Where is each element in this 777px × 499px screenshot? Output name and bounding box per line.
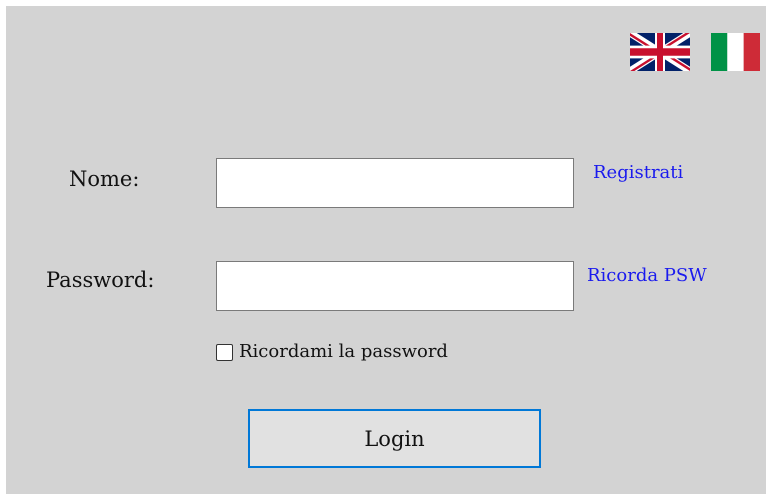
name-label: Nome: bbox=[69, 167, 140, 191]
recover-password-link[interactable]: Ricorda PSW bbox=[587, 267, 707, 285]
italy-flag-icon[interactable] bbox=[711, 33, 760, 71]
name-input[interactable] bbox=[216, 158, 574, 208]
login-panel: Nome: Registrati Password: Ricorda PSW R… bbox=[6, 6, 766, 494]
remember-password-row: Ricordami la password bbox=[216, 341, 448, 363]
login-button[interactable]: Login bbox=[248, 409, 541, 468]
remember-password-checkbox[interactable] bbox=[216, 343, 233, 361]
uk-flag-icon[interactable] bbox=[630, 33, 690, 71]
password-input[interactable] bbox=[216, 261, 574, 311]
register-link[interactable]: Registrati bbox=[593, 164, 683, 182]
password-label: Password: bbox=[46, 268, 155, 292]
remember-password-label[interactable]: Ricordami la password bbox=[239, 343, 448, 361]
